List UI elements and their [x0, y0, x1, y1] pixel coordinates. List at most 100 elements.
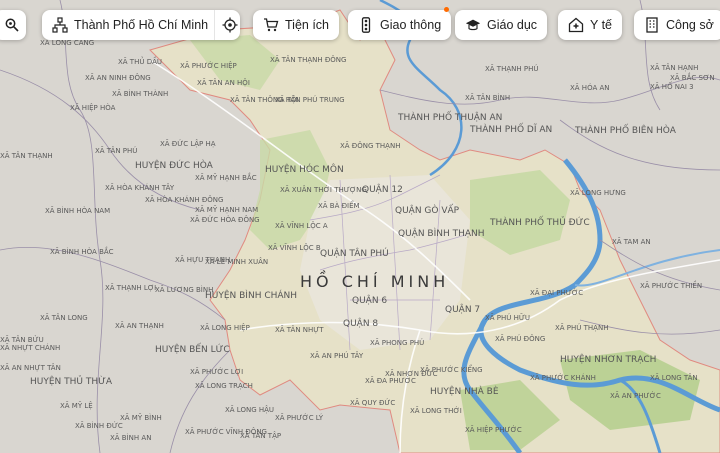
commune-label: XÃ HÒA KHÁNH ĐÔNG — [145, 195, 223, 204]
divider — [214, 10, 215, 40]
commune-label: XÃ AN NINH ĐÔNG — [85, 73, 151, 82]
office-building-icon — [644, 17, 660, 33]
locate-me-button[interactable] — [221, 10, 240, 40]
commune-label: XÃ TÂN THẠNH — [0, 151, 53, 160]
commune-label: XÃ BÌNH THÀNH — [112, 89, 168, 98]
hospital-icon — [568, 17, 584, 33]
category-label: Tiện ích — [285, 18, 330, 32]
commune-label: XÃ TÂN NHỰT — [275, 325, 324, 334]
commune-label: XÃ PHƯỚC HIỆP — [180, 61, 237, 70]
commune-label: XÃ HÓA AN — [570, 83, 610, 92]
commune-label: XÃ TÂN PHÚ TRUNG — [275, 95, 345, 104]
commune-label: XÃ PHÚ HỮU — [485, 313, 530, 322]
commune-label: XÃ LONG TRẠCH — [195, 381, 253, 390]
commune-label: XÃ THỦ DẦU — [118, 56, 162, 66]
district-label: HUYỆN BÌNH CHÁNH — [205, 289, 297, 301]
district-label: HUYỆN NHÀ BÈ — [430, 385, 499, 397]
commune-label: XÃ TÂN BÌNH — [465, 93, 510, 102]
district-label: HUYỆN HÓC MÔN — [265, 163, 344, 175]
category-utilities-button[interactable]: Tiện ích — [253, 10, 340, 40]
commune-label: XÃ HỐ NAI 3 — [650, 81, 694, 91]
commune-label: XÃ AN PHÚ TÂY — [310, 351, 364, 360]
category-education-button[interactable]: Giáo dục — [455, 10, 548, 40]
commune-label: XÃ LONG HẬU — [225, 405, 274, 414]
commune-label: XÃ AN NHỰT TÂN — [0, 363, 61, 372]
commune-label: XÃ LONG TÂN — [650, 373, 698, 382]
district-label: QUẬN TÂN PHÚ — [320, 247, 389, 259]
category-traffic-button[interactable]: Giao thông — [348, 7, 452, 40]
commune-label: XÃ LONG THỚI — [410, 406, 462, 415]
commune-label: XÃ VĨNH LỘC B — [268, 243, 321, 252]
commune-label: XÃ HÒA KHÁNH TÂY — [105, 183, 175, 192]
traffic-light-icon — [358, 17, 374, 33]
district-label: HUYỆN ĐỨC HÒA — [135, 159, 214, 171]
category-label: Y tế — [590, 18, 613, 32]
commune-label: XÃ TÂN LONG — [40, 313, 88, 322]
district-label: QUẬN GÒ VẤP — [395, 204, 460, 216]
cart-icon — [263, 17, 279, 33]
category-label: Giao thông — [380, 18, 442, 32]
commune-label: XÃ PHONG PHÚ — [370, 338, 424, 347]
commune-label: XÃ ĐẠI PHƯỚC — [530, 288, 583, 297]
commune-label: XÃ HIỆP HÒA — [70, 103, 116, 112]
category-health-button[interactable]: Y tế — [558, 10, 623, 40]
location-selector[interactable]: Thành Phố Hồ Chí Minh — [42, 10, 240, 40]
category-office-button[interactable]: Công sở — [634, 10, 720, 40]
district-label: HUYỆN THỦ THỪA — [30, 375, 113, 387]
commune-label: XÃ XUÂN THỚI THƯỢNG — [280, 185, 367, 194]
commune-label: XÃ TÂN TẬP — [240, 431, 281, 440]
commune-label: XÃ ĐÔNG THẠNH — [340, 141, 400, 150]
district-label: HUYỆN NHƠN TRẠCH — [560, 353, 656, 365]
commune-label: XÃ HIỆP PHƯỚC — [465, 425, 522, 434]
commune-label: XÃ MỸ HẠNH BẮC — [195, 172, 257, 182]
commune-label: XÃ TAM AN — [612, 237, 651, 246]
city-label: HỒ CHÍ MINH — [300, 270, 449, 291]
commune-label: XÃ MỸ HẠNH NAM — [195, 205, 258, 214]
commune-label: XÃ TÂN THẠNH ĐÔNG — [270, 55, 346, 64]
commune-label: XÃ BÌNH HÒA NAM — [45, 206, 110, 215]
commune-label: XÃ BÌNH HÒA BẮC — [50, 246, 114, 256]
district-label: HUYỆN BẾN LỨC — [155, 343, 230, 355]
commune-label: XÃ LƯƠNG BÌNH — [155, 285, 213, 294]
map-canvas[interactable]: HỒ CHÍ MINH HUYỆN HÓC MÔN QUẬN 12 QUẬN G… — [0, 0, 720, 453]
search-button[interactable] — [0, 10, 26, 40]
commune-label: XÃ NHỰT CHÁNH — [0, 343, 60, 352]
district-label: QUẬN 8 — [343, 317, 378, 329]
commune-label: XÃ VĨNH LỘC A — [275, 221, 328, 230]
magnifier-icon — [4, 17, 20, 33]
commune-label: XÃ PHƯỚC LỢI — [190, 367, 243, 376]
commune-label: XÃ QUY ĐỨC — [350, 398, 395, 407]
hierarchy-icon — [52, 17, 68, 33]
category-label: Công sở — [666, 18, 714, 32]
commune-label: XÃ MỸ LỆ — [60, 401, 93, 410]
category-label: Giáo dục — [487, 18, 538, 32]
commune-label: XÃ PHÚ ĐÔNG — [495, 334, 545, 343]
commune-label: XÃ LONG HƯNG — [570, 188, 626, 197]
district-label: QUẬN BÌNH THẠNH — [398, 227, 485, 239]
commune-label: XÃ BÀ ĐIỂM — [318, 200, 360, 210]
commune-label: XÃ PHƯỚC LÝ — [275, 413, 324, 422]
notification-dot — [444, 7, 450, 12]
graduation-cap-icon — [465, 17, 481, 33]
commune-label: XÃ PHÚ THẠNH — [555, 323, 608, 332]
commune-label: XÃ BÌNH AN — [110, 433, 151, 442]
commune-label: XÃ THẠNH LỢI — [105, 283, 156, 292]
commune-label: XÃ PHƯỚC KIỂNG — [420, 364, 483, 374]
location-label: Thành Phố Hồ Chí Minh — [74, 18, 209, 32]
commune-label: XÃ TÂN HẠNH — [650, 63, 698, 72]
commune-label: XÃ PHƯỚC THIỀN — [640, 280, 702, 290]
commune-label: XÃ HỰU THẠNH — [175, 255, 230, 264]
commune-label: XÃ MỸ BÌNH — [120, 413, 162, 422]
commune-label: XÃ AN THẠNH — [115, 321, 164, 330]
commune-label: XÃ BÌNH ĐỨC — [75, 421, 123, 430]
commune-label: XÃ AN PHƯỚC — [610, 391, 661, 400]
district-label: QUẬN 7 — [445, 303, 480, 315]
commune-label: XÃ TÂN AN HỘI — [197, 78, 250, 87]
commune-label: XÃ TÂN PHÚ — [95, 146, 137, 155]
commune-label: XÃ ĐỨC HÒA ĐÔNG — [190, 215, 260, 224]
crosshair-icon — [222, 17, 238, 33]
commune-label: XÃ PHƯỚC KHÁNH — [530, 373, 596, 382]
commune-label: XÃ ĐỨC LẬP HẠ — [160, 139, 216, 148]
commune-label: XÃ BẮC SƠN — [670, 72, 715, 82]
commune-label: XÃ LONG HIỆP — [200, 323, 250, 332]
